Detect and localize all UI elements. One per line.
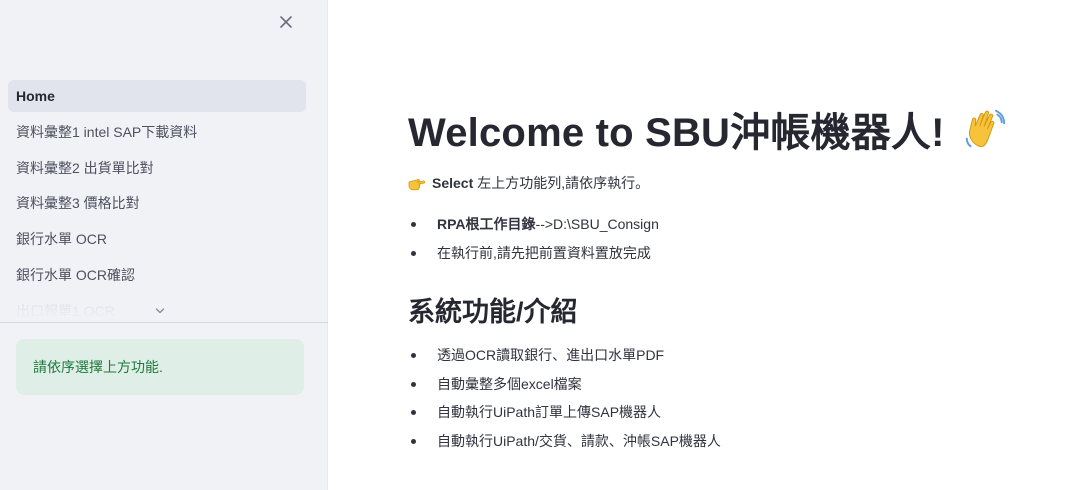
lead-text: 左上方功能列,請依序執行。 <box>477 175 650 191</box>
list-item: 透過OCR讀取銀行、進出口水單PDF <box>408 341 721 370</box>
sidebar-item-data-merge-2[interactable]: 資料彙整2 出貨單比對 <box>8 152 306 184</box>
info-alert: 請依序選擇上方功能. <box>16 339 304 395</box>
waving-hand-icon <box>965 109 1005 148</box>
list-item-text: 在執行前,請先把前置資料置放完成 <box>437 244 651 261</box>
sidebar-item-data-merge-1[interactable]: 資料彙整1 intel SAP下載資料 <box>8 116 306 148</box>
chevron-down-icon <box>155 308 165 314</box>
page-title-text: Welcome to SBU沖帳機器人! <box>408 111 945 155</box>
sidebar-divider <box>0 322 328 323</box>
sidebar-item-label: 銀行水單 OCR <box>16 231 107 248</box>
sidebar-item-label: 銀行水單 OCR確認 <box>16 266 135 283</box>
sidebar-item-label: 資料彙整2 出貨單比對 <box>16 159 154 176</box>
lead-paragraph: Select 左上方功能列,請依序執行。 <box>408 173 649 193</box>
list-item: 自動彙整多個excel檔案 <box>408 370 721 399</box>
list-item: 在執行前,請先把前置資料置放完成 <box>408 239 659 268</box>
list-item: 自動執行UiPath訂單上傳SAP機器人 <box>408 398 721 427</box>
notes-list: RPA根工作目錄-->D:\SBU_Consign 在執行前,請先把前置資料置放… <box>408 210 659 267</box>
sidebar-item-home[interactable]: Home <box>8 80 306 112</box>
sidebar-item-bank-ocr[interactable]: 銀行水單 OCR <box>8 223 306 255</box>
sidebar-nav: Home 資料彙整1 intel SAP下載資料 資料彙整2 出貨單比對 資料彙… <box>8 80 306 320</box>
sidebar-item-bank-ocr-confirm[interactable]: 銀行水單 OCR確認 <box>8 259 306 291</box>
show-more-button[interactable] <box>154 305 166 317</box>
sidebar-item-label: 出口報單1 OCR <box>16 302 115 319</box>
section-title: 系統功能/介紹 <box>408 297 578 327</box>
lead-bold: Select <box>432 175 474 191</box>
sidebar-item-data-merge-3[interactable]: 資料彙整3 價格比對 <box>8 187 306 219</box>
list-item: 自動執行UiPath/交貨、請款、沖帳SAP機器人 <box>408 427 721 456</box>
sidebar-item-label: 資料彙整1 intel SAP下載資料 <box>16 123 198 140</box>
page-title: Welcome to SBU沖帳機器人! <box>408 100 1007 158</box>
close-icon <box>280 16 292 28</box>
info-alert-text: 請依序選擇上方功能. <box>33 359 163 375</box>
sidebar: Home 資料彙整1 intel SAP下載資料 資料彙整2 出貨單比對 資料彙… <box>0 0 328 490</box>
pointing-hand-icon <box>408 179 426 191</box>
close-sidebar-button[interactable] <box>276 12 296 32</box>
list-item-text: -->D:\SBU_Consign <box>535 216 659 232</box>
sidebar-item-label: Home <box>16 88 55 104</box>
features-list: 透過OCR讀取銀行、進出口水單PDF 自動彙整多個excel檔案 自動執行UiP… <box>408 341 721 455</box>
sidebar-item-label: 資料彙整3 價格比對 <box>16 195 140 212</box>
list-item-bold: RPA根工作目錄 <box>437 216 536 232</box>
list-item: RPA根工作目錄-->D:\SBU_Consign <box>408 210 659 239</box>
